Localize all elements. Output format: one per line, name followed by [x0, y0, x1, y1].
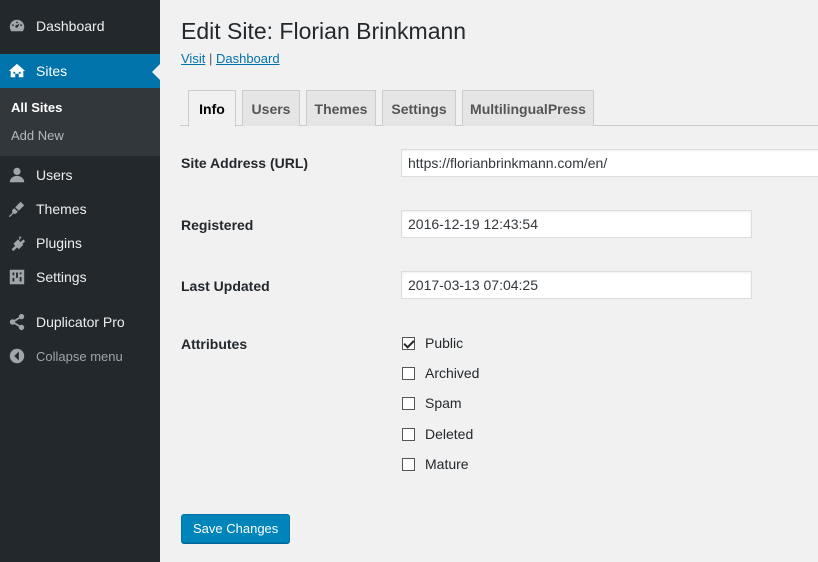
themes-icon	[8, 200, 26, 218]
menu-item-dashboard[interactable]: Dashboard	[0, 9, 160, 43]
site-address-label: Site Address (URL)	[181, 155, 309, 171]
settings-icon	[8, 268, 26, 286]
registered-field[interactable]	[401, 210, 752, 238]
last-updated-field[interactable]	[401, 271, 752, 299]
page-title: Edit Site: Florian Brinkmann	[181, 18, 467, 44]
link-separator: |	[208, 51, 213, 66]
plugins-icon	[8, 234, 26, 252]
dashboard-link[interactable]: Dashboard	[216, 51, 280, 66]
menu-item-label: Duplicator Pro	[36, 314, 125, 330]
checkbox-checked-icon[interactable]	[402, 336, 415, 350]
checkbox-unchecked-icon[interactable]	[402, 457, 415, 471]
dashboard-icon	[8, 17, 26, 35]
collapse-menu-button[interactable]: Collapse menu	[0, 339, 160, 373]
sites-submenu: All Sites Add New	[0, 88, 160, 156]
submenu-item-add-new[interactable]: Add New	[11, 128, 64, 143]
attribute-archived-checkbox[interactable]: Archived	[402, 363, 479, 383]
attributes-label: Attributes	[181, 336, 248, 352]
submenu-item-all-sites[interactable]: All Sites	[11, 100, 62, 115]
checkbox-unchecked-icon[interactable]	[402, 396, 415, 410]
visit-link[interactable]: Visit	[181, 51, 205, 66]
attribute-public-checkbox[interactable]: Public	[402, 333, 463, 353]
sites-icon	[8, 62, 26, 80]
users-icon	[8, 166, 26, 184]
tab-info[interactable]: Info	[188, 90, 236, 127]
attribute-spam-checkbox[interactable]: Spam	[402, 393, 462, 413]
site-address-field[interactable]	[401, 149, 818, 177]
menu-item-users[interactable]: Users	[0, 158, 160, 192]
admin-sidebar: Dashboard Sites All Sites Add New Users …	[0, 0, 160, 562]
menu-item-label: Plugins	[36, 235, 82, 251]
checkbox-unchecked-icon[interactable]	[402, 427, 415, 441]
main-content: Edit Site: Florian Brinkmann Visit | Das…	[160, 0, 818, 562]
tab-settings[interactable]: Settings	[382, 90, 456, 126]
share-icon	[8, 313, 26, 331]
menu-item-label: Dashboard	[36, 18, 105, 34]
last-updated-label: Last Updated	[181, 278, 270, 294]
checkbox-label: Archived	[425, 365, 480, 381]
checkbox-label: Deleted	[425, 426, 474, 442]
menu-item-duplicator-pro[interactable]: Duplicator Pro	[0, 305, 160, 339]
menu-item-label: Themes	[36, 201, 87, 217]
menu-item-sites[interactable]: Sites	[0, 54, 160, 88]
menu-item-themes[interactable]: Themes	[0, 192, 160, 226]
save-changes-button[interactable]: Save Changes	[181, 514, 291, 543]
menu-item-plugins[interactable]: Plugins	[0, 226, 160, 260]
tab-multilingualpress[interactable]: MultilingualPress	[462, 90, 594, 126]
collapse-menu-label: Collapse menu	[36, 348, 123, 364]
checkbox-unchecked-icon[interactable]	[402, 366, 415, 380]
checkbox-label: Public	[425, 335, 464, 351]
registered-label: Registered	[181, 217, 254, 233]
menu-item-label: Sites	[36, 63, 68, 79]
menu-item-settings[interactable]: Settings	[0, 260, 160, 294]
menu-item-label: Users	[36, 167, 73, 183]
attribute-deleted-checkbox[interactable]: Deleted	[402, 424, 473, 444]
collapse-arrow-icon	[8, 347, 26, 365]
attribute-mature-checkbox[interactable]: Mature	[402, 454, 469, 474]
menu-item-label: Settings	[36, 269, 87, 285]
site-action-links: Visit | Dashboard	[181, 51, 280, 66]
site-tabs: Info Users Themes Settings MultilingualP…	[180, 90, 818, 127]
checkbox-label: Spam	[425, 395, 462, 411]
tab-users[interactable]: Users	[242, 90, 300, 126]
checkbox-label: Mature	[425, 456, 469, 472]
tab-themes[interactable]: Themes	[306, 90, 376, 126]
